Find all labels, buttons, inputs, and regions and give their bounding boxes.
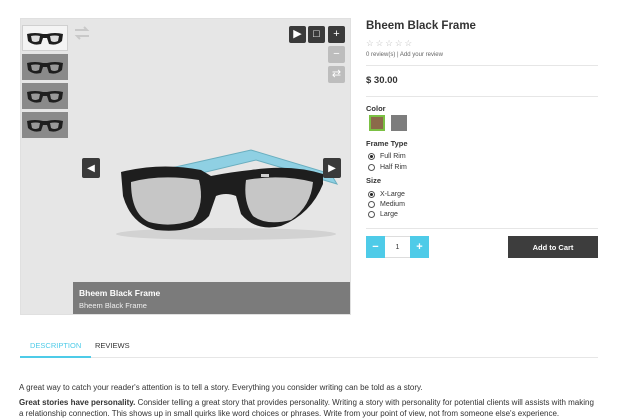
tab-description[interactable]: DESCRIPTION [20, 334, 92, 358]
play-button[interactable]: ▶ [289, 26, 306, 43]
option-label: X-Large [380, 191, 405, 198]
color-swatch-gray[interactable] [391, 115, 407, 131]
frame-type-half-rim[interactable]: Half Rim [368, 164, 407, 171]
thumbnail-2[interactable] [22, 54, 68, 80]
size-large[interactable]: Large [368, 211, 398, 218]
qty-decrease-button[interactable]: − [366, 236, 385, 258]
size-x-large[interactable]: X-Large [368, 191, 405, 198]
product-gallery: Bheem Black Frame Bheem Black Frame [20, 18, 351, 315]
star-icon[interactable]: ☆ [366, 38, 374, 48]
radio-button[interactable] [368, 153, 375, 160]
divider [366, 65, 598, 66]
description-emphasis: Great stories have personality. [19, 398, 136, 407]
qty-increase-button[interactable]: + [410, 236, 429, 258]
add-review-link[interactable]: Add your review [400, 52, 443, 58]
image-caption: Bheem Black Frame Bheem Black Frame [73, 282, 350, 314]
reset-zoom-button[interactable]: ⇄ [328, 66, 345, 83]
size-label: Size [366, 176, 382, 185]
zoom-out-button[interactable]: − [328, 46, 345, 63]
divider [366, 96, 598, 97]
caption-subtitle: Bheem Black Frame [79, 301, 147, 310]
size-medium[interactable]: Medium [368, 201, 405, 208]
frame-type-full-rim[interactable]: Full Rim [368, 153, 406, 160]
divider [366, 228, 598, 229]
product-title: Bheem Black Frame [366, 20, 476, 32]
thumbnail-3[interactable] [22, 83, 68, 109]
next-image-button[interactable]: ▶ [323, 158, 341, 178]
option-label: Large [380, 211, 398, 218]
star-icon[interactable]: ☆ [395, 38, 403, 48]
reviews-count-link[interactable]: 0 review(s) [366, 52, 395, 58]
product-price: $ 30.00 [366, 75, 398, 86]
color-label: Color [366, 104, 386, 113]
prev-image-button[interactable]: ◀ [82, 158, 100, 178]
fullscreen-button[interactable]: □ [308, 26, 325, 43]
radio-button[interactable] [368, 191, 375, 198]
thumbnail-list [22, 25, 68, 141]
review-links: 0 review(s) | Add your review [366, 52, 443, 58]
qty-input[interactable] [385, 236, 410, 258]
separator: | [397, 52, 399, 58]
swap-icon[interactable] [72, 24, 92, 42]
description-paragraph-1: A great way to catch your reader's atten… [19, 383, 423, 392]
color-swatch-brown[interactable] [369, 115, 385, 131]
star-icon[interactable]: ☆ [405, 38, 413, 48]
option-label: Half Rim [380, 164, 407, 171]
product-tabs: DESCRIPTION REVIEWS [20, 334, 598, 358]
tab-reviews[interactable]: REVIEWS [85, 334, 140, 358]
quantity-stepper: − + [366, 236, 429, 258]
zoom-in-button[interactable]: + [328, 26, 345, 43]
star-icon[interactable]: ☆ [376, 38, 384, 48]
rating-stars[interactable]: ☆ ☆ ☆ ☆ ☆ [366, 38, 412, 48]
caption-title: Bheem Black Frame [79, 288, 161, 298]
thumbnail-1[interactable] [22, 25, 68, 51]
star-icon[interactable]: ☆ [385, 38, 393, 48]
option-label: Medium [380, 201, 405, 208]
radio-button[interactable] [368, 211, 375, 218]
description-paragraph-2: Great stories have personality. Consider… [19, 397, 599, 419]
product-image[interactable] [101, 134, 351, 244]
radio-button[interactable] [368, 201, 375, 208]
add-to-cart-button[interactable]: Add to Cart [508, 236, 598, 258]
option-label: Full Rim [380, 153, 406, 160]
frame-type-label: Frame Type [366, 139, 408, 148]
radio-button[interactable] [368, 164, 375, 171]
thumbnail-4[interactable] [22, 112, 68, 138]
